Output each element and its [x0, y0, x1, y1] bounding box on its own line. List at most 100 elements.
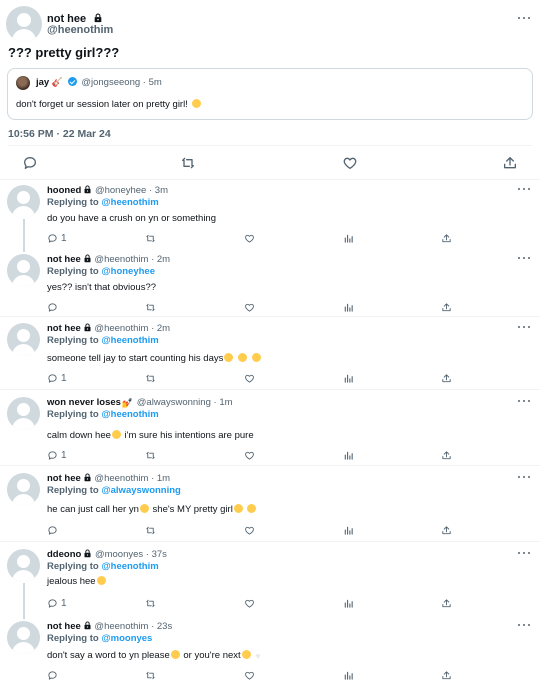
reply-tweet[interactable]: not hee @heenothim · 2m Replying to @hee… — [0, 318, 540, 390]
avatar[interactable] — [7, 254, 40, 287]
like-icon[interactable] — [244, 450, 255, 461]
like-icon[interactable] — [244, 373, 255, 384]
like-icon[interactable] — [244, 525, 255, 536]
retweet-icon[interactable] — [145, 670, 156, 681]
avatar[interactable] — [7, 397, 40, 430]
avatar[interactable] — [7, 323, 40, 356]
views-icon[interactable] — [343, 233, 354, 244]
time[interactable]: 23s — [157, 621, 172, 632]
reply-text-part: he can just call her yn — [47, 504, 139, 515]
retweet-icon[interactable] — [145, 373, 156, 384]
reply-icon[interactable] — [22, 155, 38, 171]
time[interactable]: 3m — [155, 185, 168, 196]
mention-link[interactable]: @heenothim — [101, 335, 158, 346]
avatar[interactable] — [7, 621, 40, 654]
time[interactable]: 1m — [157, 473, 170, 484]
reply-icon[interactable] — [47, 302, 58, 313]
share-icon[interactable] — [502, 155, 518, 171]
avatar[interactable] — [7, 473, 40, 506]
more-icon[interactable] — [518, 256, 530, 260]
retweet-icon[interactable] — [145, 302, 156, 313]
time[interactable]: 37s — [152, 549, 167, 560]
mention-link[interactable]: @heenothim — [101, 197, 158, 208]
more-icon[interactable] — [518, 187, 530, 191]
reply-tweet[interactable]: not hee @heenothim · 23s Replying to @mo… — [0, 616, 540, 687]
time[interactable]: 2m — [157, 254, 170, 265]
reply-text-content: someone tell jay to start counting his d… — [47, 353, 224, 364]
retweet-icon[interactable] — [145, 450, 156, 461]
handle[interactable]: @heenothim — [94, 323, 148, 334]
views-icon[interactable] — [343, 598, 354, 609]
display-name[interactable]: not hee — [47, 473, 81, 484]
display-name[interactable]: hooned — [47, 185, 81, 196]
reply-tweet[interactable]: not hee @heenothim · 2m Replying to @hon… — [0, 249, 540, 317]
share-icon[interactable] — [441, 302, 452, 313]
time[interactable]: 1m — [219, 397, 232, 408]
share-icon[interactable] — [441, 233, 452, 244]
more-icon[interactable] — [518, 16, 530, 20]
reply-icon[interactable] — [47, 670, 58, 681]
handle[interactable]: @alwayswonning — [137, 397, 211, 408]
quote-display-name[interactable]: jay — [36, 77, 49, 88]
display-name[interactable]: not hee — [47, 323, 81, 334]
retweet-icon[interactable] — [180, 155, 196, 171]
avatar[interactable] — [7, 185, 40, 218]
display-name[interactable]: ddeono — [47, 549, 81, 560]
display-name[interactable]: not hee — [47, 621, 81, 632]
handle[interactable]: @moonyes — [95, 549, 143, 560]
share-icon[interactable] — [441, 670, 452, 681]
views-icon[interactable] — [343, 450, 354, 461]
tweet-timestamp[interactable]: 10:56 PM · 22 Mar 24 — [8, 128, 111, 140]
display-name[interactable]: not hee — [47, 254, 81, 265]
reply-icon[interactable]: 1 — [47, 233, 67, 244]
more-icon[interactable] — [518, 399, 530, 403]
handle[interactable]: @heenothim — [94, 254, 148, 265]
retweet-icon[interactable] — [145, 598, 156, 609]
mention-link[interactable]: @moonyes — [101, 633, 152, 644]
more-icon[interactable] — [518, 475, 530, 479]
share-icon[interactable] — [441, 373, 452, 384]
quoted-tweet[interactable]: jay 🎸 @jongseeong · 5m don't forget ur s… — [7, 68, 533, 120]
reply-tweet[interactable]: ddeono @moonyes · 37s Replying to @heeno… — [0, 544, 540, 618]
main-tweet[interactable]: not hee @heenothim ??? pretty girl??? ja… — [0, 0, 540, 180]
mention-link[interactable]: @heenothim — [101, 561, 158, 572]
time[interactable]: 2m — [157, 323, 170, 334]
author-handle[interactable]: @heenothim — [47, 24, 113, 36]
quote-avatar[interactable] — [16, 76, 30, 90]
avatar[interactable] — [6, 6, 42, 42]
retweet-icon[interactable] — [145, 525, 156, 536]
views-icon[interactable] — [343, 525, 354, 536]
views-icon[interactable] — [343, 670, 354, 681]
like-icon[interactable] — [244, 670, 255, 681]
like-icon[interactable] — [244, 233, 255, 244]
reply-icon[interactable]: 1 — [47, 598, 67, 609]
share-icon[interactable] — [441, 450, 452, 461]
more-icon[interactable] — [518, 325, 530, 329]
like-icon[interactable] — [244, 302, 255, 313]
handle[interactable]: @heenothim — [94, 473, 148, 484]
like-icon[interactable] — [244, 598, 255, 609]
mention-link[interactable]: @alwayswonning — [101, 485, 180, 496]
more-icon[interactable] — [518, 623, 530, 627]
display-name[interactable]: won never loses — [47, 397, 121, 408]
share-icon[interactable] — [441, 525, 452, 536]
retweet-icon[interactable] — [145, 233, 156, 244]
like-icon[interactable] — [342, 155, 358, 171]
share-icon[interactable] — [441, 598, 452, 609]
reply-icon[interactable] — [47, 525, 58, 536]
reply-icon[interactable]: 1 — [47, 450, 67, 461]
quote-time[interactable]: 5m — [149, 77, 162, 88]
views-icon[interactable] — [343, 373, 354, 384]
quote-handle[interactable]: @jongseeong — [81, 77, 140, 88]
avatar[interactable] — [7, 549, 40, 582]
handle[interactable]: @honeyhee — [95, 185, 146, 196]
mention-link[interactable]: @honeyhee — [101, 266, 155, 277]
more-icon[interactable] — [518, 551, 530, 555]
views-icon[interactable] — [343, 302, 354, 313]
reply-tweet[interactable]: won never loses💅 @alwayswonning · 1m Rep… — [0, 392, 540, 466]
reply-tweet[interactable]: not hee @heenothim · 1m Replying to @alw… — [0, 468, 540, 542]
reply-icon[interactable]: 1 — [47, 373, 67, 384]
handle[interactable]: @heenothim — [94, 621, 148, 632]
mention-link[interactable]: @heenothim — [101, 409, 158, 420]
reply-tweet[interactable]: hooned @honeyhee · 3m Replying to @heeno… — [0, 180, 540, 247]
